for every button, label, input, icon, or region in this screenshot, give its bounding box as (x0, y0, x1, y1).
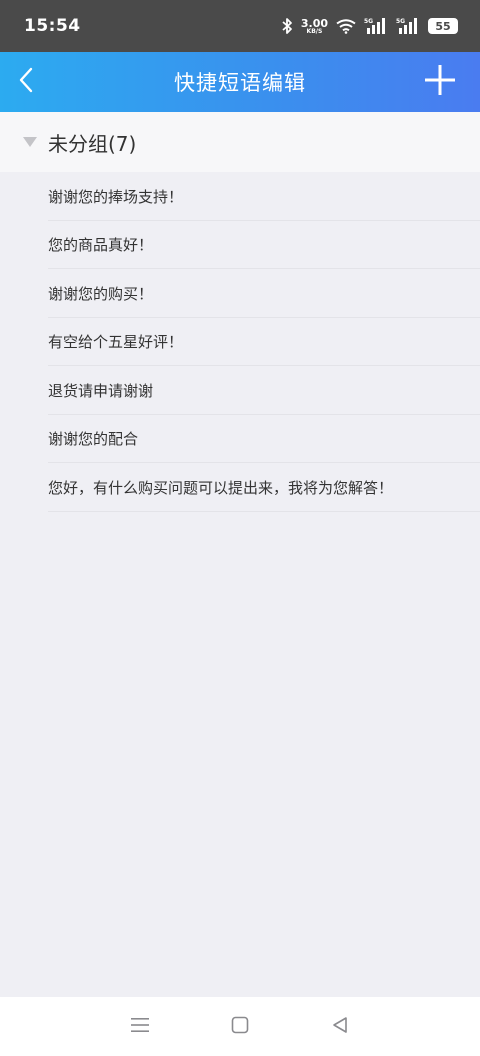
network-speed-unit: KB/S (306, 27, 323, 35)
home-button[interactable] (218, 1005, 262, 1049)
home-icon (231, 1016, 249, 1038)
battery-level: 55 (435, 19, 451, 33)
wifi-icon (336, 18, 356, 34)
screen: 15:54 3.00 KB/S 5G 5G 55 快捷短语编辑 未分组(7) 谢… (0, 0, 480, 1056)
network-speed: 3.00 KB/S (301, 18, 328, 35)
list-item[interactable]: 退货请申请谢谢 (0, 366, 480, 415)
phrase-text: 您好，有什么购买问题可以提出来，我将为您解答！ (48, 478, 394, 497)
menu-button[interactable] (118, 1005, 162, 1049)
phrase-text: 谢谢您的配合 (48, 430, 139, 449)
triangle-down-icon (22, 133, 38, 152)
back-button[interactable] (4, 52, 48, 112)
signal-icon: 5G (364, 17, 388, 35)
group-title: 未分组(7) (48, 131, 137, 156)
page-title: 快捷短语编辑 (174, 71, 306, 95)
svg-text:5G: 5G (396, 18, 405, 25)
group-header[interactable]: 未分组(7) (0, 112, 480, 172)
status-time: 15:54 (24, 16, 81, 36)
phrase-text: 有空给个五星好评！ (48, 333, 184, 352)
phrase-text: 谢谢您的购买！ (48, 284, 154, 303)
svg-text:5G: 5G (364, 18, 373, 25)
app-header: 快捷短语编辑 (0, 52, 480, 112)
list-item[interactable]: 您好，有什么购买问题可以提出来，我将为您解答！ (0, 463, 480, 512)
phrase-text: 退货请申请谢谢 (48, 381, 154, 400)
list-item[interactable]: 谢谢您的购买！ (0, 269, 480, 318)
status-bar: 15:54 3.00 KB/S 5G 5G 55 (0, 0, 480, 52)
phrase-text: 谢谢您的捧场支持！ (48, 187, 184, 206)
list-item[interactable]: 谢谢您的捧场支持！ (0, 172, 480, 221)
list-item[interactable]: 谢谢您的配合 (0, 415, 480, 464)
add-phrase-button[interactable] (416, 52, 464, 112)
bluetooth-icon (281, 17, 293, 35)
plus-icon (424, 64, 456, 100)
menu-icon (130, 1016, 150, 1038)
chevron-left-icon (18, 67, 34, 97)
list-item[interactable]: 您的商品真好！ (0, 221, 480, 270)
back-icon (331, 1016, 349, 1038)
phrase-list: 谢谢您的捧场支持！ 您的商品真好！ 谢谢您的购买！ 有空给个五星好评！ 退货请申… (0, 172, 480, 512)
status-icons: 3.00 KB/S 5G 5G 55 (281, 17, 458, 35)
battery-icon: 55 (428, 18, 458, 34)
signal-icon: 5G (396, 17, 420, 35)
phrase-text: 您的商品真好！ (48, 236, 154, 255)
system-back-button[interactable] (318, 1005, 362, 1049)
system-nav-bar (0, 997, 480, 1056)
list-item[interactable]: 有空给个五星好评！ (0, 318, 480, 367)
network-speed-value: 3.00 (300, 16, 328, 30)
